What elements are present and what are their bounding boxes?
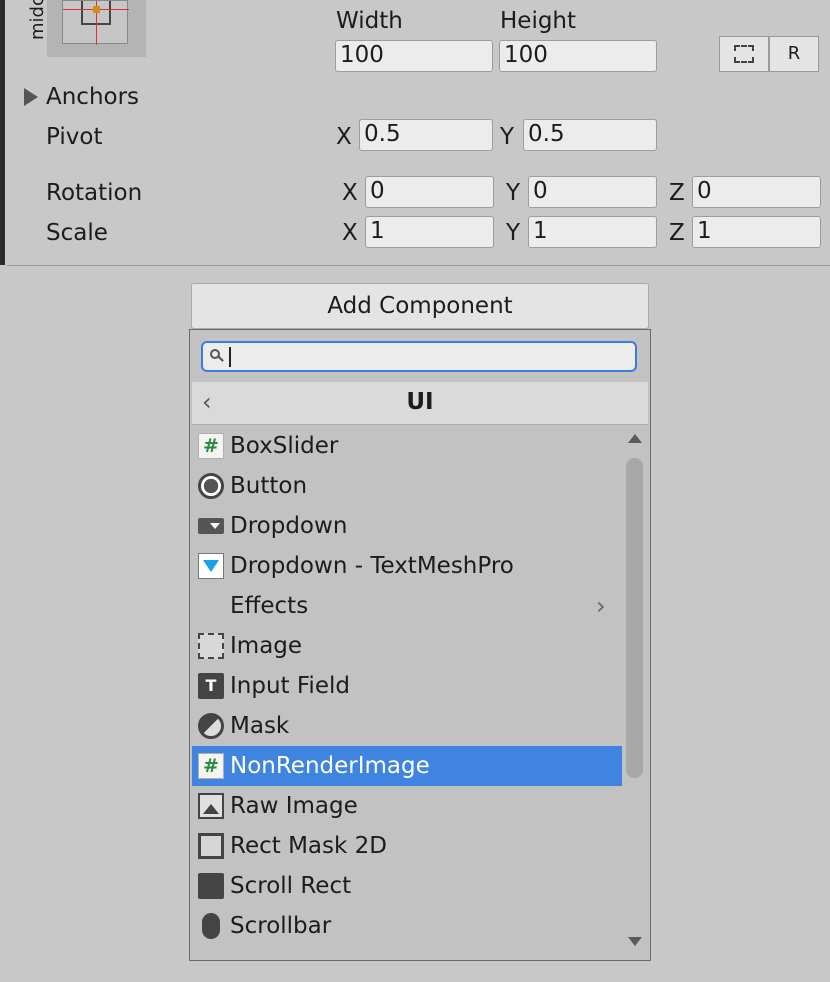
list-item-label: Mask — [230, 713, 290, 739]
add-component-popup: ‹ UI # BoxSlider Button Dropdown Dropdow… — [189, 329, 651, 961]
list-item-nonrenderimage[interactable]: # NonRenderImage — [192, 746, 622, 786]
scale-x-field[interactable]: 1 — [365, 216, 494, 248]
scale-y-axis-label[interactable]: Y — [506, 219, 520, 247]
list-item-label: Scroll Rect — [230, 873, 352, 899]
list-item-label: Rect Mask 2D — [230, 833, 387, 859]
scale-z-axis-label[interactable]: Z — [669, 219, 685, 247]
list-item-effects[interactable]: Effects › — [192, 586, 622, 626]
rotation-z-axis-label[interactable]: Z — [669, 179, 685, 207]
list-item-label: BoxSlider — [230, 433, 339, 459]
pivot-dot — [93, 6, 100, 13]
list-item-dropdown[interactable]: Dropdown — [192, 506, 622, 546]
list-item-label: Button — [230, 473, 308, 499]
list-item-scroll-rect[interactable]: Scroll Rect — [192, 866, 622, 906]
search-icon-handle — [218, 356, 224, 362]
input-field-icon: T — [198, 673, 224, 699]
raw-edit-button[interactable]: R — [769, 36, 819, 72]
inspector-separator — [7, 265, 830, 266]
anchors-label[interactable]: Anchors — [46, 83, 139, 111]
rotation-x-axis-label[interactable]: X — [342, 179, 358, 207]
script-icon: # — [198, 753, 224, 779]
list-item-label: Dropdown — [230, 513, 348, 539]
anchor-preset-frame — [62, 0, 129, 45]
rotation-x-field[interactable]: 0 — [365, 176, 494, 208]
list-item-rect-mask-2d[interactable]: Rect Mask 2D — [192, 826, 622, 866]
width-field[interactable]: 100 — [335, 40, 493, 72]
list-item-label: Dropdown - TextMeshPro — [230, 553, 514, 579]
height-field[interactable]: 100 — [499, 40, 657, 72]
dropdown-icon — [198, 518, 224, 534]
list-item-label: NonRenderImage — [230, 753, 430, 779]
dropdown-tmp-icon — [198, 553, 224, 579]
image-icon — [198, 633, 224, 659]
component-list: # BoxSlider Button Dropdown Dropdown - T… — [192, 426, 622, 960]
blueprint-mode-button[interactable] — [719, 36, 769, 72]
list-item-label: Raw Image — [230, 793, 358, 819]
list-item-label: Effects — [230, 593, 309, 619]
raw-image-icon — [198, 793, 224, 819]
list-item-dropdown-textmeshpro[interactable]: Dropdown - TextMeshPro — [192, 546, 622, 586]
list-item-input-field[interactable]: T Input Field — [192, 666, 622, 706]
list-item-label: Image — [230, 633, 303, 659]
list-item-boxslider[interactable]: # BoxSlider — [192, 426, 622, 466]
width-label: Width — [336, 8, 403, 34]
component-search-input[interactable] — [201, 341, 637, 372]
list-scrollbar[interactable] — [622, 426, 648, 954]
anchor-preset-vertical-label: midc — [26, 0, 48, 42]
scroll-rect-icon — [198, 873, 224, 899]
rotation-y-field[interactable]: 0 — [528, 176, 657, 208]
rotation-y-axis-label[interactable]: Y — [506, 179, 520, 207]
height-label: Height — [500, 8, 577, 34]
scroll-down-arrow-icon[interactable] — [628, 937, 642, 946]
pivot-x-axis-label[interactable]: X — [336, 123, 352, 151]
list-item-raw-image[interactable]: Raw Image — [192, 786, 622, 826]
anchor-preset-text: midc — [27, 0, 48, 40]
list-item-mask[interactable]: Mask — [192, 706, 622, 746]
list-item-button[interactable]: Button — [192, 466, 622, 506]
scale-y-field[interactable]: 1 — [528, 216, 657, 248]
rotation-label: Rotation — [46, 180, 143, 206]
pivot-y-axis-label[interactable]: Y — [500, 123, 514, 151]
scroll-thumb[interactable] — [626, 458, 643, 778]
text-caret — [229, 347, 231, 367]
left-edge-bar — [0, 0, 5, 265]
list-item-label: Scrollbar — [230, 913, 332, 939]
category-header: ‹ UI — [192, 382, 648, 425]
rotation-z-field[interactable]: 0 — [692, 176, 821, 208]
scale-x-axis-label[interactable]: X — [342, 219, 358, 247]
list-item-label: Input Field — [230, 673, 350, 699]
add-component-button[interactable]: Add Component — [191, 283, 649, 329]
scroll-up-arrow-icon[interactable] — [628, 434, 642, 443]
raw-edit-icon: R — [787, 43, 801, 64]
anchor-preset-button[interactable] — [47, 0, 146, 57]
mask-icon — [198, 713, 224, 739]
dashed-rect-icon — [734, 45, 754, 63]
scrollbar-icon — [202, 913, 220, 939]
scale-label: Scale — [46, 220, 108, 246]
pivot-label: Pivot — [46, 124, 103, 150]
pivot-x-field[interactable]: 0.5 — [359, 119, 493, 151]
script-icon: # — [198, 433, 224, 459]
pivot-y-field[interactable]: 0.5 — [523, 119, 657, 151]
anchors-foldout-arrow-icon[interactable] — [24, 88, 38, 106]
scale-z-field[interactable]: 1 — [692, 216, 821, 248]
list-item-scrollbar[interactable]: Scrollbar — [192, 906, 622, 946]
rect-mask-icon — [198, 833, 224, 859]
chevron-right-icon: › — [596, 592, 606, 620]
button-icon — [198, 473, 224, 499]
category-title: UI — [406, 389, 434, 415]
list-item-image[interactable]: Image — [192, 626, 622, 666]
